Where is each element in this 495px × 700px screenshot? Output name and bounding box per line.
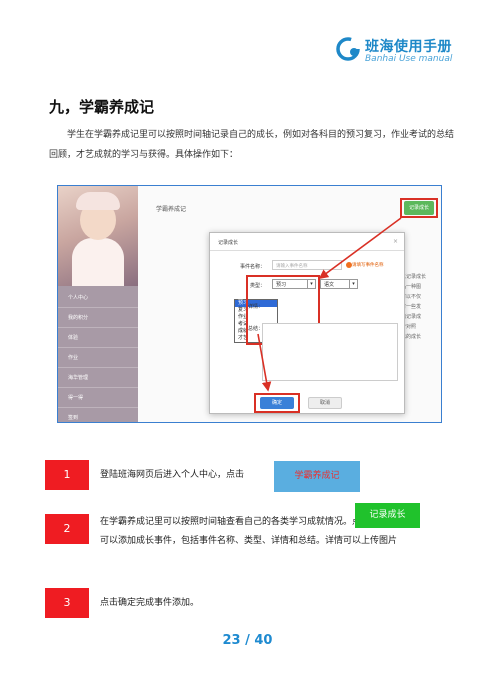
step-number: 2 bbox=[45, 514, 89, 544]
subject-select[interactable]: 语文 ▾ bbox=[320, 279, 358, 289]
summary-label: 总结： bbox=[248, 326, 264, 332]
screenshot-sidebar: 个人中心 我的积分 体验 作业 海华管理 得一得 签到 bbox=[58, 186, 138, 422]
dialog-header: 记录成长 × bbox=[210, 233, 404, 251]
section-title: 九，学霸养成记 bbox=[49, 98, 155, 116]
step-text: 在学霸养成记里可以按照时间轴查看自己的各类学习成就情况。点击 bbox=[100, 517, 371, 527]
event-name-input[interactable]: 请输入事件名称 bbox=[272, 260, 342, 270]
dialog-cancel-button[interactable]: 取消 bbox=[308, 397, 342, 409]
record-growth-button-sample[interactable]: 记录成长 bbox=[355, 503, 420, 528]
sidebar-item[interactable]: 我的积分 bbox=[58, 308, 138, 328]
sidebar-item[interactable]: 得一得 bbox=[58, 388, 138, 408]
sidebar-item[interactable]: 签到 bbox=[58, 408, 138, 422]
detail-label: 详情： bbox=[248, 304, 264, 310]
manual-page: 班海使用手册 Banhai Use manual 九，学霸养成记 学生在学霸养成… bbox=[0, 0, 495, 700]
screenshot-main-title: 学霸养成记 bbox=[156, 206, 187, 213]
event-name-warning: 请填写事件名称 bbox=[352, 263, 384, 268]
step-text: 可以添加成长事件，包括事件名称、类型、详情和总结。详情可以上传图片 bbox=[100, 536, 398, 546]
intro-paragraph: 学生在学霸养成记里可以按照时间轴记录自己的成长，例如对各科目的预习复习，作业考试… bbox=[49, 130, 455, 160]
event-name-label: 事件名称： bbox=[240, 264, 266, 270]
brand-header: 班海使用手册 Banhai Use manual bbox=[335, 34, 455, 70]
xueba-button-sample[interactable]: 学霸养成记 bbox=[274, 461, 360, 492]
step-number: 3 bbox=[45, 588, 89, 618]
record-growth-dialog: 记录成长 × 事件名称： 请输入事件名称 请填写事件名称 类型： 预习 ▾ 语文… bbox=[209, 232, 405, 414]
sidebar-item[interactable]: 个人中心 bbox=[58, 288, 138, 308]
brand-name: 班海使用手册 bbox=[365, 39, 452, 55]
highlight-box-record bbox=[400, 198, 438, 218]
subject-select-value: 语文 bbox=[324, 282, 335, 288]
summary-textarea[interactable] bbox=[262, 323, 398, 381]
step-text: 登陆班海网页后进入个人中心，点击 bbox=[100, 470, 245, 480]
brand-subtitle: Banhai Use manual bbox=[365, 54, 453, 64]
sidebar-item[interactable]: 作业 bbox=[58, 348, 138, 368]
highlight-box-ok bbox=[254, 393, 300, 413]
close-icon[interactable]: × bbox=[393, 238, 398, 245]
sidebar-item[interactable]: 体验 bbox=[58, 328, 138, 348]
step-number: 1 bbox=[45, 460, 89, 490]
c-ring-logo-icon bbox=[336, 37, 360, 61]
chevron-down-icon: ▾ bbox=[349, 280, 357, 288]
avatar-photo bbox=[58, 186, 138, 286]
page-number: 23 / 40 bbox=[222, 633, 273, 648]
app-screenshot: 个人中心 我的积分 体验 作业 海华管理 得一得 签到 学霸养成记 记录成长 可… bbox=[57, 185, 442, 423]
dialog-title: 记录成长 bbox=[218, 240, 239, 246]
sidebar-item[interactable]: 海华管理 bbox=[58, 368, 138, 388]
step-text: 点击确定完成事件添加。 bbox=[100, 598, 200, 608]
